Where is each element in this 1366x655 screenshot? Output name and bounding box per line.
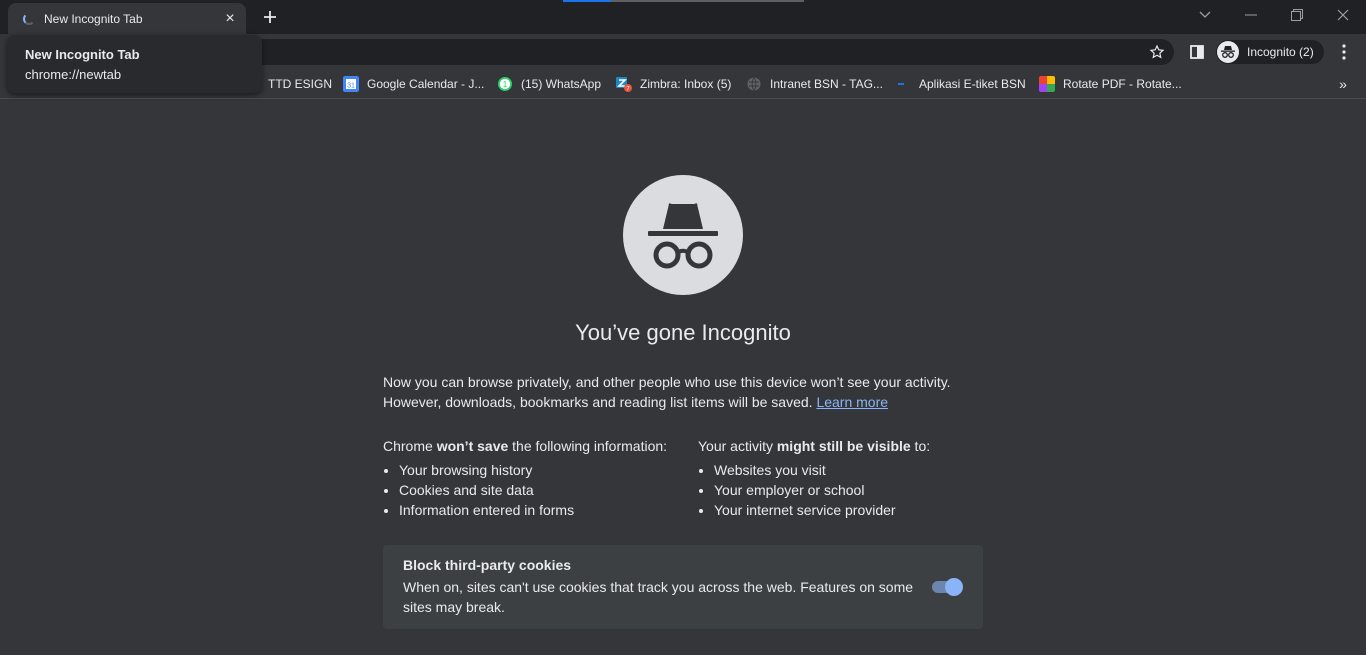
close-window-button[interactable] bbox=[1320, 0, 1366, 30]
google-calendar-icon: 31 bbox=[343, 76, 359, 92]
list-item: Your internet service provider bbox=[714, 500, 998, 520]
incognito-logo bbox=[623, 175, 743, 295]
rotate-pdf-icon bbox=[1039, 76, 1055, 92]
hover-card-title: New Incognito Tab bbox=[25, 47, 140, 62]
bookmark-label: TTD ESIGN bbox=[268, 77, 333, 91]
profile-chip-label: Incognito (2) bbox=[1247, 45, 1314, 59]
loading-spinner-icon bbox=[23, 12, 35, 25]
bookmark-star-button[interactable] bbox=[1146, 42, 1168, 62]
loading-bar bbox=[563, 0, 804, 2]
chevron-down-icon bbox=[1199, 11, 1211, 18]
side-panel-icon bbox=[1190, 45, 1204, 59]
bookmark-zimbra[interactable]: 7 Zimbra: Inbox (5) bbox=[616, 74, 731, 94]
bookmark-ttd-esign[interactable]: TTD ESIGN bbox=[268, 74, 332, 94]
bookmark-whatsapp[interactable]: 1 (15) WhatsApp bbox=[497, 74, 601, 94]
tab-hover-card: New Incognito Tab chrome://newtab bbox=[7, 35, 262, 93]
bookmark-label: Zimbra: Inbox (5) bbox=[640, 77, 732, 91]
new-tab-button[interactable] bbox=[258, 5, 282, 29]
bookmark-intranet-bsn[interactable]: Intranet BSN - TAG... bbox=[746, 74, 883, 94]
incognito-icon bbox=[648, 203, 718, 269]
star-icon bbox=[1149, 44, 1165, 59]
page-title: You’ve gone Incognito bbox=[575, 320, 791, 345]
list-item: Your browsing history bbox=[399, 460, 683, 480]
hover-card-url: chrome://newtab bbox=[25, 67, 122, 82]
list-item: Information entered in forms bbox=[399, 500, 683, 520]
bookmarks-overflow-button[interactable]: » bbox=[1334, 74, 1352, 94]
tab-close-icon[interactable]: × bbox=[220, 9, 240, 29]
cookie-card-title: Block third-party cookies bbox=[403, 557, 572, 573]
bookmark-rotate-pdf[interactable]: Rotate PDF - Rotate... bbox=[1039, 74, 1182, 94]
svg-text:31: 31 bbox=[347, 83, 355, 90]
close-icon bbox=[1337, 9, 1349, 21]
profile-chip[interactable]: Incognito (2) bbox=[1216, 40, 1324, 64]
globe-icon bbox=[747, 77, 761, 91]
tab-new-incognito[interactable]: New Incognito Tab × bbox=[8, 3, 246, 34]
address-bar[interactable] bbox=[250, 39, 1174, 65]
minimize-icon bbox=[1245, 14, 1257, 16]
dash-icon bbox=[898, 83, 904, 85]
side-panel-button[interactable] bbox=[1186, 42, 1208, 62]
plus-icon bbox=[264, 11, 276, 23]
bookmark-label: (15) WhatsApp bbox=[521, 77, 602, 91]
minimize-button[interactable] bbox=[1228, 0, 1274, 30]
svg-text:1: 1 bbox=[503, 80, 508, 89]
list-item: Your employer or school bbox=[714, 480, 998, 500]
restore-icon bbox=[1291, 9, 1303, 21]
list-item: Websites you visit bbox=[714, 460, 998, 480]
bookmark-label: Google Calendar - J... bbox=[367, 77, 485, 91]
whatsapp-icon: 1 bbox=[498, 77, 512, 91]
incognito-avatar-icon bbox=[1217, 41, 1239, 63]
tab-strip: New Incognito Tab × bbox=[0, 0, 1366, 34]
visible-to-heading: Your activity might still be visible to: bbox=[698, 438, 931, 454]
visible-to-column: Your activity might still be visible to:… bbox=[698, 436, 998, 520]
bookmark-e-tiket-bsn[interactable]: Aplikasi E-tiket BSN bbox=[895, 74, 1026, 94]
wont-save-list: Your browsing history Cookies and site d… bbox=[383, 460, 683, 520]
chrome-menu-button[interactable] bbox=[1336, 42, 1352, 62]
more-vert-icon bbox=[1342, 44, 1346, 60]
bookmark-label: Intranet BSN - TAG... bbox=[770, 77, 883, 91]
tab-search-button[interactable] bbox=[1182, 0, 1228, 30]
third-party-cookies-card: Block third-party cookies When on, sites… bbox=[383, 545, 983, 629]
bookmark-label: Aplikasi E-tiket BSN bbox=[919, 77, 1026, 91]
cookie-card-description: When on, sites can't use cookies that tr… bbox=[403, 579, 914, 615]
block-cookies-toggle[interactable] bbox=[930, 577, 964, 597]
wont-save-heading: Chrome won’t save the following informat… bbox=[383, 438, 668, 454]
zimbra-icon: 7 bbox=[616, 77, 632, 92]
intro-text: Now you can browse privately, and other … bbox=[383, 372, 983, 412]
tab-title: New Incognito Tab bbox=[44, 11, 143, 26]
bookmark-label: Rotate PDF - Rotate... bbox=[1063, 77, 1182, 91]
toggle-knob bbox=[945, 578, 963, 596]
bookmark-google-calendar[interactable]: 31 Google Calendar - J... bbox=[343, 74, 484, 94]
restore-button[interactable] bbox=[1274, 0, 1320, 30]
list-item: Cookies and site data bbox=[399, 480, 683, 500]
learn-more-link[interactable]: Learn more bbox=[816, 394, 888, 410]
visible-to-list: Websites you visit Your employer or scho… bbox=[698, 460, 998, 520]
wont-save-column: Chrome won’t save the following informat… bbox=[383, 436, 683, 520]
